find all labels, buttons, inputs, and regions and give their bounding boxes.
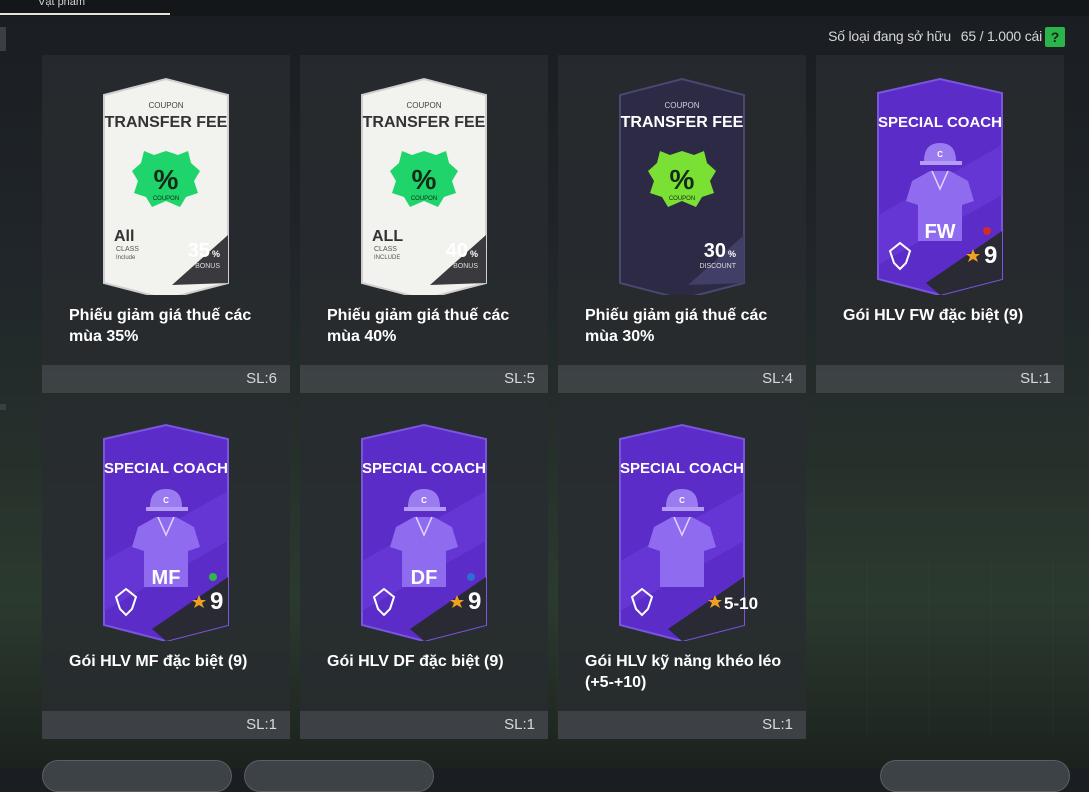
percent-symbol: % xyxy=(412,164,437,195)
item-title: Phiếu giảm giá thuế các mùa 40% xyxy=(327,307,510,345)
class-label: CLASS xyxy=(116,246,139,253)
badge-label: COUPON xyxy=(153,196,179,202)
tab-items-label: Vật phẩm xyxy=(38,0,86,8)
item-quantity: SL:5 xyxy=(300,365,548,393)
coach-pack-art: SPECIAL COACH C DF 9 xyxy=(361,423,487,641)
coupon-percent: 35 xyxy=(188,240,210,262)
cap-letter: C xyxy=(679,496,685,505)
item-quantity: SL:4 xyxy=(558,365,806,393)
coupon-name-text: TRANSFER FEE xyxy=(105,114,228,131)
item-quantity: SL:1 xyxy=(558,711,806,739)
coach-pack-art: SPECIAL COACH C 5-10 xyxy=(619,423,758,641)
item-card[interactable]: SPECIAL COACH C FW 9 Gói HLV FW đặc biệt (9)… xyxy=(816,55,1064,393)
coach-pack-name: SPECIAL COACH xyxy=(620,460,744,477)
top-tab-bar: Vật phẩm xyxy=(0,0,1089,16)
badge-label: COUPON xyxy=(669,196,695,202)
coupon-percent: 30 xyxy=(704,240,726,262)
item-title: Gói HLV DF đặc biệt (9) xyxy=(327,653,504,670)
cap-letter: C xyxy=(937,150,943,159)
bottom-action-button[interactable] xyxy=(880,760,1070,792)
coupon-art: COUPONTRANSFER FEE%COUPON30 %DISCOUNT xyxy=(619,77,745,295)
position-text: MF xyxy=(152,567,181,589)
coupon-percent-sign: % xyxy=(728,249,736,259)
ownership-label: Số loại đang sở hữu xyxy=(828,28,952,44)
badge-label: COUPON xyxy=(411,196,437,202)
coupon-percent: 40 xyxy=(446,240,468,262)
cap-letter: C xyxy=(421,496,427,505)
item-quantity: SL:1 xyxy=(42,711,290,739)
coupon-sub-label: BONUS xyxy=(195,263,220,270)
left-scroll-marker xyxy=(0,404,6,410)
item-card[interactable]: COUPON TRANSFER FEE% COUPON All CLASS Include… xyxy=(42,55,290,393)
item-quantity: SL:1 xyxy=(816,365,1064,393)
coupon-percent-sign: % xyxy=(470,249,478,259)
item-title: Phiếu giảm giá thuế các mùa 35% xyxy=(69,307,252,345)
level-text: 9 xyxy=(468,588,481,615)
class-text: All xyxy=(114,228,134,245)
level-text: 5-10 xyxy=(724,594,758,613)
coupon-header-text: COUPON xyxy=(148,101,183,110)
class-label: CLASS xyxy=(374,246,397,253)
item-title: Gói HLV kỹ năng khéo léo (+5-+10) xyxy=(585,653,782,691)
class-include-label: INCLUDE xyxy=(374,255,400,261)
coach-pack-art: SPECIAL COACH C FW 9 xyxy=(877,77,1003,295)
coupon-name-text: TRANSFER FEE xyxy=(363,114,486,131)
item-card[interactable]: SPECIAL COACH C DF 9 Gói HLV DF đặc biệt (9)… xyxy=(300,401,548,739)
coupon-art: COUPONTRANSFER FEE%COUPONALLCLASSINCLUDE… xyxy=(361,77,487,295)
class-text: ALL xyxy=(372,228,403,245)
coach-pack-name: SPECIAL COACH xyxy=(362,460,486,477)
ownership-count: 65 / 1.000 cái xyxy=(960,28,1042,44)
coupon-sub-label: BONUS xyxy=(453,263,478,270)
coupon-percent-sign: % xyxy=(212,249,220,259)
percent-symbol: % xyxy=(154,164,179,195)
tab-items[interactable]: Vật phẩm xyxy=(0,0,170,15)
item-card[interactable]: SPECIAL COACH C 5-10 Gói HLV kỹ năng khéo l… xyxy=(558,401,806,739)
coach-pack-name: SPECIAL COACH xyxy=(878,114,1002,131)
item-card[interactable]: COUPON TRANSFER FEE% COUPON 30% DISCOUNT Phiế… xyxy=(558,55,806,393)
class-include-label: Include xyxy=(116,255,136,261)
grade-dot xyxy=(209,573,217,581)
position-text: FW xyxy=(924,221,955,243)
coupon-art: COUPONTRANSFER FEE%COUPONAllCLASSInclude… xyxy=(103,77,229,295)
grade-dot xyxy=(983,227,991,235)
cap-letter: C xyxy=(163,496,169,505)
item-title: Gói HLV MF đặc biệt (9) xyxy=(69,653,248,670)
coupon-sub-label: DISCOUNT xyxy=(699,263,736,270)
item-quantity: SL:6 xyxy=(42,365,290,393)
item-card[interactable]: COUPON TRANSFER FEE% COUPON ALL CLASS INCLUDE… xyxy=(300,55,548,393)
coach-pack-art: SPECIAL COACH C MF 9 xyxy=(103,423,229,641)
item-title: Gói HLV FW đặc biệt (9) xyxy=(843,307,1024,324)
coupon-header-text: COUPON xyxy=(664,101,699,110)
level-text: 9 xyxy=(210,588,223,615)
position-text: DF xyxy=(411,567,438,589)
item-title: Phiếu giảm giá thuế các mùa 30% xyxy=(585,307,768,345)
left-scroll-marker xyxy=(0,27,6,51)
help-button[interactable]: ? xyxy=(1045,27,1065,47)
percent-symbol: % xyxy=(670,164,695,195)
coach-pack-name: SPECIAL COACH xyxy=(104,460,228,477)
grade-dot xyxy=(467,573,475,581)
ownership-counter: Số loại đang sở hữu 65 / 1.000 cái xyxy=(828,28,1042,44)
item-quantity: SL:1 xyxy=(300,711,548,739)
bottom-action-button[interactable] xyxy=(244,760,434,792)
coupon-name-text: TRANSFER FEE xyxy=(621,114,744,131)
level-text: 9 xyxy=(984,242,997,269)
coupon-header-text: COUPON xyxy=(406,101,441,110)
bottom-action-button[interactable] xyxy=(42,760,232,792)
item-card[interactable]: SPECIAL COACH C MF 9 Gói HLV MF đặc biệt (9)… xyxy=(42,401,290,739)
